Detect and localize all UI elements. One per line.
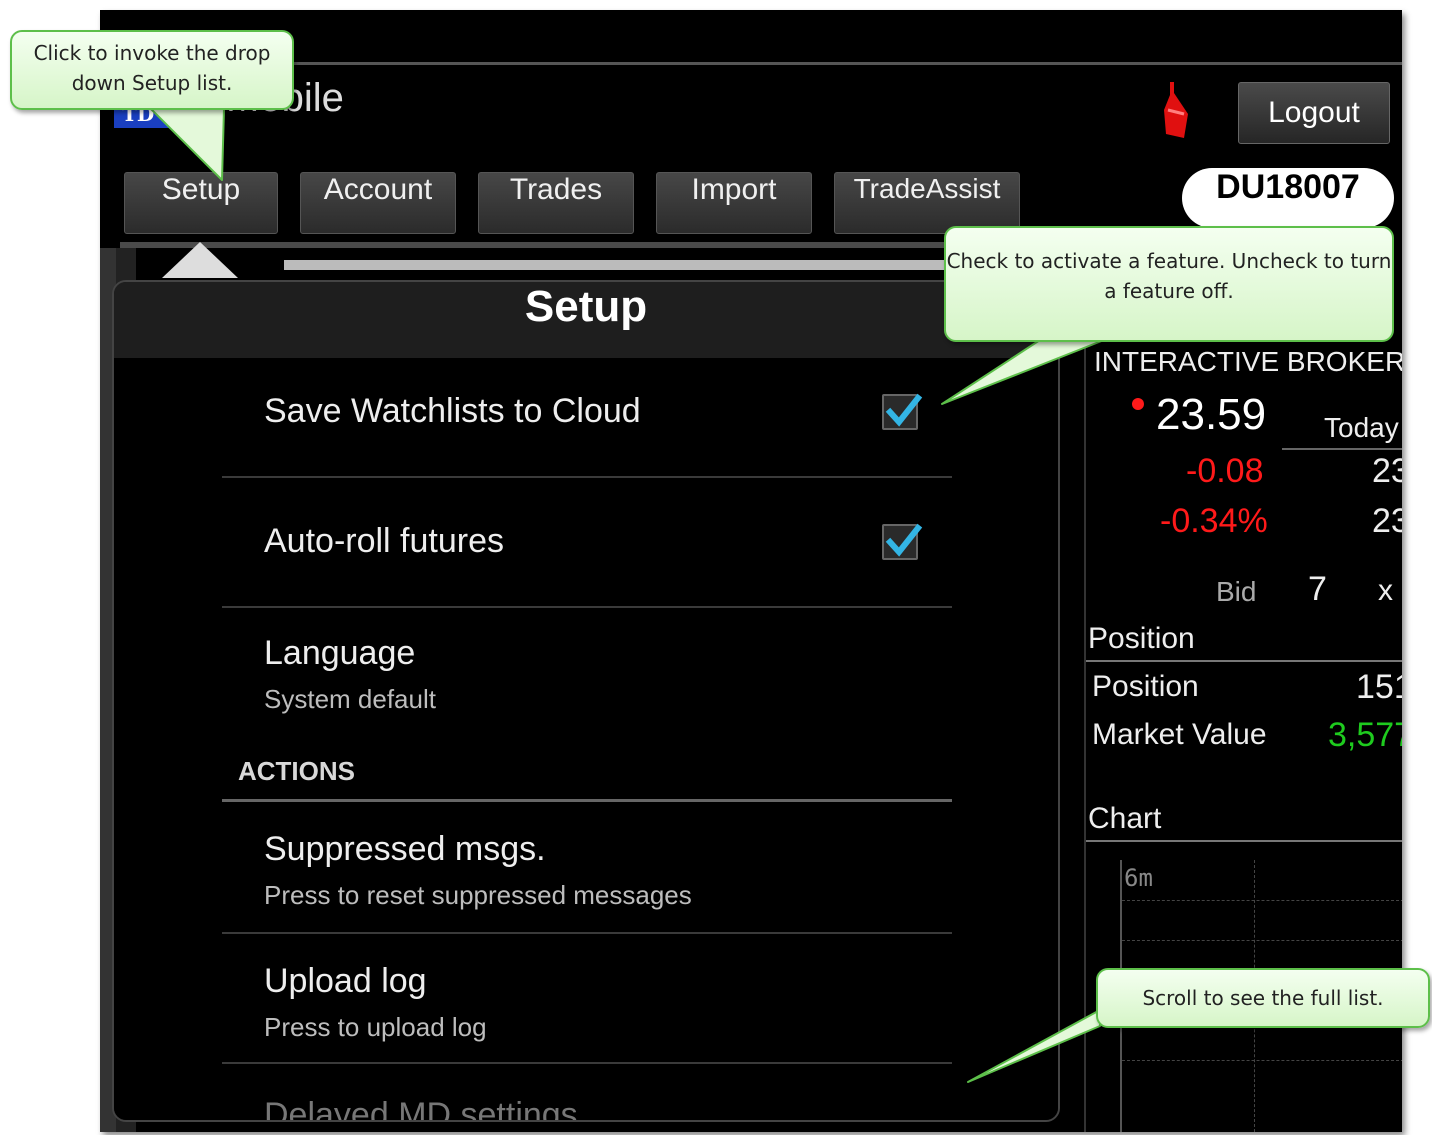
checkbox-callout: Check to activate a feature. Uncheck to … [944,226,1394,342]
callout-pointers [149,107,1105,1083]
scroll-callout: Scroll to see the full list. [1096,968,1430,1028]
setup-callout: Click to invoke the drop down Setup list… [10,30,294,110]
